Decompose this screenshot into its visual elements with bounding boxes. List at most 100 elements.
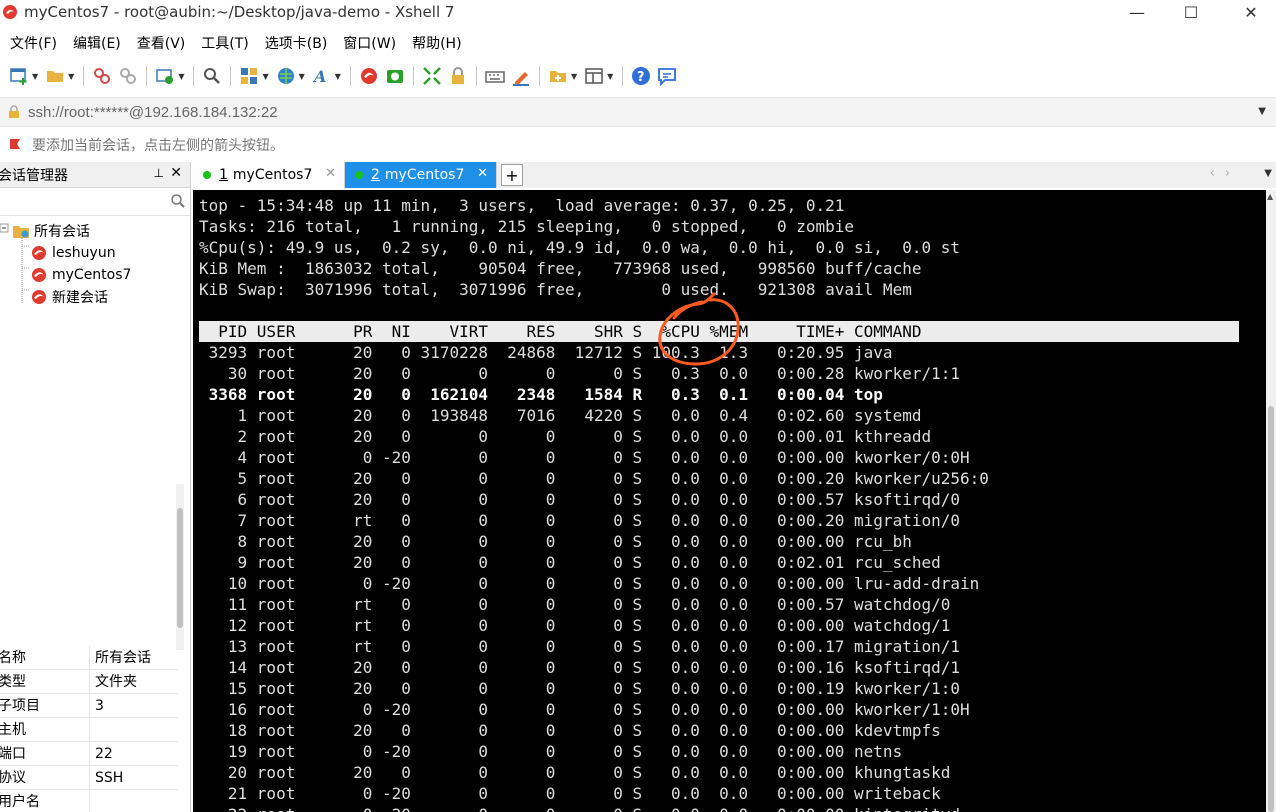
folder-icon [13, 226, 29, 238]
encoding-button[interactable] [275, 65, 297, 87]
menu-file[interactable]: 文件(F) [10, 33, 57, 53]
chat-button[interactable] [656, 65, 678, 87]
connected-status-dot [355, 171, 363, 179]
minimize-button[interactable]: — [1114, 0, 1160, 24]
title-bar: myCentos7 - root@aubin:~/Desktop/java-de… [0, 0, 1276, 24]
menu-tabs[interactable]: 选项卡(B) [265, 33, 328, 53]
folder-icon [47, 71, 64, 82]
tree-item-session[interactable]: leshuyun [0, 242, 190, 264]
tab-number: 1 [219, 167, 228, 183]
tab-close-icon[interactable]: ✕ [477, 166, 488, 181]
terminal-scroll-thumb[interactable] [1268, 406, 1274, 812]
properties-scroll-thumb[interactable] [177, 508, 183, 628]
process-row: 6 root 20 0 0 0 0 S 0.0 0.0 0:00.57 ksof… [199, 490, 960, 509]
chevron-down-icon[interactable]: ▼ [178, 72, 184, 81]
help-icon: ? [632, 67, 651, 85]
tab-scroll-arrows-icon[interactable]: ‹› [1210, 166, 1240, 181]
process-row: 11 root rt 0 0 0 0 S 0.0 0.0 0:00.57 wat… [199, 595, 951, 614]
new-session-button[interactable] [8, 65, 30, 87]
session-manager-title: 会话管理器 [0, 167, 68, 184]
process-row: 19 root 0 -20 0 0 0 S 0.0 0.0 0:00.00 ne… [199, 742, 903, 761]
scroll-up-arrow-icon[interactable]: ▲ [1267, 192, 1273, 201]
open-folder-button[interactable] [44, 65, 66, 87]
disconnect-button[interactable] [117, 65, 139, 87]
process-row: 1 root 20 0 193848 7016 4220 S 0.0 0.4 0… [199, 406, 922, 425]
toolbar-separator [412, 66, 414, 86]
chevron-down-icon[interactable]: ▼ [32, 72, 38, 81]
chevron-down-icon[interactable]: ▼ [262, 72, 268, 81]
xftp-button[interactable] [384, 65, 406, 87]
font-icon: A [312, 67, 326, 86]
lock-button[interactable] [447, 65, 469, 87]
layout-button[interactable] [238, 65, 260, 87]
process-row: 7 root rt 0 0 0 0 S 0.0 0.0 0:00.20 migr… [199, 511, 960, 530]
hint-bar: 要添加当前会话，点击左侧的箭头按钮。 [0, 131, 1276, 159]
chevron-down-icon[interactable]: ▼ [68, 72, 74, 81]
session-search-box[interactable] [0, 188, 190, 216]
menu-edit[interactable]: 编辑(E) [73, 33, 121, 53]
close-panel-icon[interactable]: ✕ [170, 165, 182, 181]
window-layout-button[interactable] [583, 65, 605, 87]
chevron-down-icon[interactable]: ▼ [299, 72, 305, 81]
help-button[interactable]: ? [630, 65, 652, 87]
session-properties-button[interactable] [154, 65, 176, 87]
session-icon [32, 246, 46, 260]
process-row: 16 root 0 -20 0 0 0 S 0.0 0.0 0:00.00 kw… [199, 700, 970, 719]
chat-icon [658, 68, 677, 86]
process-row: 3293 root 20 0 3170228 24868 12712 S 100… [199, 343, 893, 362]
new-folder-button[interactable] [547, 65, 569, 87]
new-tab-button[interactable]: + [501, 164, 523, 186]
tab-list-dropdown-icon[interactable]: ▼ [1264, 168, 1272, 179]
pin-icon[interactable]: ⊥ [154, 166, 164, 180]
menu-view[interactable]: 查看(V) [137, 33, 186, 53]
tab-session-2[interactable]: 2 myCentos7 ✕ [345, 162, 497, 188]
font-button[interactable]: A [311, 65, 333, 87]
keyboard-button[interactable] [484, 65, 506, 87]
search-icon[interactable] [170, 193, 186, 209]
process-row: 22 root 0 -20 0 0 0 S 0.0 0.0 0:00.00 ki… [199, 804, 960, 812]
property-row: 主机 [0, 718, 178, 742]
terminal-output[interactable]: top - 15:34:48 up 11 min, 3 users, load … [193, 190, 1266, 812]
highlighter-icon [512, 72, 529, 86]
chevron-down-icon[interactable]: ▼ [335, 72, 341, 81]
session-manager-header: 会话管理器 ⊥ ✕ [0, 162, 190, 188]
fullscreen-button[interactable] [421, 65, 443, 87]
highlight-button[interactable] [510, 65, 532, 87]
xftp-icon [386, 70, 403, 83]
tab-close-icon[interactable]: ✕ [325, 166, 336, 181]
tree-item-all-sessions[interactable]: 所有会话 [0, 220, 190, 242]
tree-item-label: myCentos7 [52, 267, 132, 283]
menu-tools[interactable]: 工具(T) [201, 33, 248, 53]
top-summary-swap: KiB Swap: 3071996 total, 3071996 free, 0… [199, 280, 912, 299]
maximize-button[interactable]: ☐ [1168, 0, 1214, 24]
process-row: 12 root rt 0 0 0 0 S 0.0 0.0 0:00.00 wat… [199, 616, 951, 635]
terminal-scrollbar[interactable]: ▲ [1266, 190, 1276, 812]
close-window-button[interactable]: ✕ [1228, 0, 1274, 24]
menu-help[interactable]: 帮助(H) [412, 33, 461, 53]
tree-item-session[interactable]: 新建会话 [0, 286, 190, 308]
window-icon [585, 68, 603, 84]
bookmark-arrow-icon[interactable] [8, 137, 24, 153]
properties-table: 名称 所有会话 类型 文件夹 子项目 3 主机 端口 22 协议 SSH 用户名 [0, 646, 178, 812]
property-value: 所有会话 [95, 650, 151, 666]
tree-item-session[interactable]: myCentos7 [0, 264, 190, 286]
chevron-down-icon[interactable]: ▼ [571, 72, 577, 81]
xshell-button[interactable] [358, 65, 380, 87]
address-input[interactable] [28, 103, 1228, 121]
properties-scrollbar[interactable] [176, 484, 184, 650]
expand-icon [423, 67, 441, 85]
address-dropdown-icon[interactable]: ▼ [1258, 106, 1266, 117]
chevron-down-icon[interactable]: ▼ [607, 72, 613, 81]
tab-session-1[interactable]: 1 myCentos7 ✕ [193, 162, 345, 188]
property-value: 文件夹 [95, 674, 137, 690]
connected-status-dot [203, 171, 211, 179]
session-manager-panel: 会话管理器 ⊥ ✕ 所有会话 leshuyun myCentos7 新建会话 名… [0, 162, 191, 812]
process-table-header: PID USER PR NI VIRT RES SHR S %CPU %MEM … [199, 322, 922, 341]
window-title: myCentos7 - root@aubin:~/Desktop/java-de… [24, 3, 455, 21]
toolbar-separator [83, 66, 85, 86]
session-tree: 所有会话 leshuyun myCentos7 新建会话 [0, 216, 190, 308]
find-button[interactable] [201, 65, 223, 87]
menu-window[interactable]: 窗口(W) [343, 33, 396, 53]
process-row: 20 root 20 0 0 0 0 S 0.0 0.0 0:00.00 khu… [199, 763, 951, 782]
connect-button[interactable] [91, 65, 113, 87]
